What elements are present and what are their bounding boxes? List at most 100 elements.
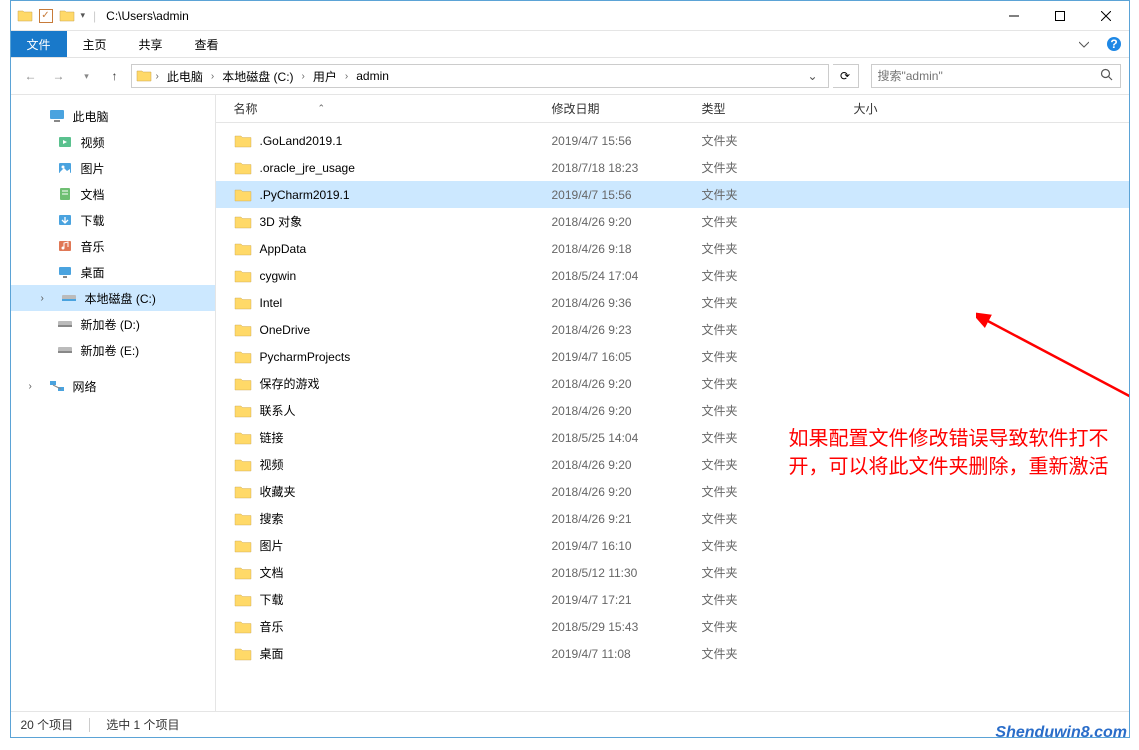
sidebar-item-thispc[interactable]: 此电脑: [11, 103, 215, 129]
qat-dropdown-icon[interactable]: ▾: [81, 10, 86, 21]
chevron-right-icon[interactable]: ›: [209, 71, 216, 82]
file-row[interactable]: 桌面2019/4/7 11:08文件夹: [216, 640, 1129, 667]
maximize-button[interactable]: [1037, 1, 1083, 31]
column-header-size[interactable]: 大小: [854, 100, 954, 117]
search-icon[interactable]: [1100, 68, 1114, 85]
folder-icon: [234, 296, 252, 310]
chevron-right-icon[interactable]: ›: [300, 71, 307, 82]
sidebar-item[interactable]: 音乐: [11, 233, 215, 259]
nav-back-button[interactable]: ←: [19, 64, 43, 88]
sidebar-item[interactable]: 桌面: [11, 259, 215, 285]
file-row[interactable]: 收藏夹2018/4/26 9:20文件夹: [216, 478, 1129, 505]
file-row[interactable]: 搜索2018/4/26 9:21文件夹: [216, 505, 1129, 532]
breadcrumb-admin[interactable]: admin: [352, 67, 393, 85]
ribbon-file-tab[interactable]: 文件: [11, 31, 67, 57]
minimize-button[interactable]: [991, 1, 1037, 31]
file-row[interactable]: AppData2018/4/26 9:18文件夹: [216, 235, 1129, 262]
close-button[interactable]: [1083, 1, 1129, 31]
breadcrumb-drive[interactable]: 本地磁盘 (C:): [218, 66, 297, 87]
search-input[interactable]: [878, 69, 1100, 83]
qat-checkbox-icon[interactable]: ✓: [39, 9, 53, 23]
file-list[interactable]: .GoLand2019.12019/4/7 15:56文件夹.oracle_jr…: [216, 123, 1129, 711]
folder-icon: [234, 215, 252, 229]
file-row[interactable]: 视频2018/4/26 9:20文件夹: [216, 451, 1129, 478]
file-row[interactable]: .PyCharm2019.12019/4/7 15:56文件夹: [216, 181, 1129, 208]
sidebar-item-drive[interactable]: ›本地磁盘 (C:): [11, 285, 215, 311]
address-box[interactable]: › 此电脑 › 本地磁盘 (C:) › 用户 › admin ⌄: [131, 64, 829, 88]
file-name: 下载: [260, 591, 284, 608]
file-type: 文件夹: [702, 213, 854, 230]
ribbon-expand-button[interactable]: [1069, 31, 1099, 57]
file-date: 2019/4/7 17:21: [552, 593, 702, 607]
folder-icon: [234, 134, 252, 148]
status-selection: 选中 1 个项目: [106, 716, 179, 733]
folder-icon: [234, 350, 252, 364]
ribbon-tab-share[interactable]: 共享: [123, 31, 179, 57]
file-name: 文档: [260, 564, 284, 581]
breadcrumb-thispc[interactable]: 此电脑: [163, 66, 207, 87]
file-type: 文件夹: [702, 240, 854, 257]
file-row[interactable]: .oracle_jre_usage2018/7/18 18:23文件夹: [216, 154, 1129, 181]
file-row[interactable]: PycharmProjects2019/4/7 16:05文件夹: [216, 343, 1129, 370]
file-row[interactable]: 下载2019/4/7 17:21文件夹: [216, 586, 1129, 613]
ribbon-tab-home[interactable]: 主页: [67, 31, 123, 57]
address-dropdown-button[interactable]: ⌄: [801, 69, 823, 83]
column-header-type[interactable]: 类型: [702, 100, 854, 117]
file-row[interactable]: 联系人2018/4/26 9:20文件夹: [216, 397, 1129, 424]
file-type: 文件夹: [702, 618, 854, 635]
file-date: 2018/4/26 9:23: [552, 323, 702, 337]
ribbon-tabs: 文件 主页 共享 查看 ?: [11, 31, 1129, 58]
file-row[interactable]: 3D 对象2018/4/26 9:20文件夹: [216, 208, 1129, 235]
chevron-right-icon[interactable]: ›: [154, 71, 161, 82]
body: 此电脑 视频图片文档下载音乐桌面 ›本地磁盘 (C:)新加卷 (D:)新加卷 (…: [11, 95, 1129, 711]
sidebar-item[interactable]: 图片: [11, 155, 215, 181]
breadcrumb-users[interactable]: 用户: [309, 66, 341, 87]
file-row[interactable]: .GoLand2019.12019/4/7 15:56文件夹: [216, 127, 1129, 154]
refresh-button[interactable]: ⟳: [833, 64, 859, 88]
file-name: .PyCharm2019.1: [260, 188, 350, 202]
file-date: 2018/4/26 9:20: [552, 377, 702, 391]
network-icon: [49, 378, 65, 394]
navigation-pane: 此电脑 视频图片文档下载音乐桌面 ›本地磁盘 (C:)新加卷 (D:) 新加卷 (…: [11, 95, 216, 711]
sidebar-item-label: 下载: [81, 212, 105, 229]
file-row[interactable]: OneDrive2018/4/26 9:23文件夹: [216, 316, 1129, 343]
download-icon: [57, 212, 73, 228]
sidebar-item[interactable]: 视频: [11, 129, 215, 155]
sidebar-item-drive[interactable]: 新加卷 (D:): [11, 311, 215, 337]
file-row[interactable]: cygwin2018/5/24 17:04文件夹: [216, 262, 1129, 289]
nav-up-button[interactable]: ↑: [103, 64, 127, 88]
sidebar-item-drive[interactable]: 新加卷 (E:): [11, 337, 215, 363]
file-row[interactable]: 文档2018/5/12 11:30文件夹: [216, 559, 1129, 586]
folder-icon: [234, 647, 252, 661]
column-header-name[interactable]: 名称⌃: [234, 100, 552, 117]
desktop-icon: [57, 264, 73, 280]
file-name: 桌面: [260, 645, 284, 662]
chevron-right-icon[interactable]: ›: [343, 71, 350, 82]
file-row[interactable]: 链接2018/5/25 14:04文件夹: [216, 424, 1129, 451]
file-row[interactable]: 保存的游戏2018/4/26 9:20文件夹: [216, 370, 1129, 397]
file-type: 文件夹: [702, 186, 854, 203]
sidebar-item-network[interactable]: › 网络: [11, 373, 215, 399]
search-box[interactable]: [871, 64, 1121, 88]
file-type: 文件夹: [702, 483, 854, 500]
file-date: 2018/4/26 9:21: [552, 512, 702, 526]
file-type: 文件夹: [702, 645, 854, 662]
sidebar-item-label: 网络: [73, 378, 97, 395]
expand-icon[interactable]: ›: [29, 381, 41, 392]
file-row[interactable]: 音乐2018/5/29 15:43文件夹: [216, 613, 1129, 640]
picture-icon: [57, 160, 73, 176]
file-row[interactable]: 图片2019/4/7 16:10文件夹: [216, 532, 1129, 559]
sidebar-item-label: 视频: [81, 134, 105, 151]
column-header-date[interactable]: 修改日期: [552, 100, 702, 117]
nav-forward-button[interactable]: →: [47, 64, 71, 88]
sidebar-item-label: 音乐: [81, 238, 105, 255]
music-icon: [57, 238, 73, 254]
sidebar-item-label: 新加卷 (E:): [81, 342, 140, 359]
expand-icon[interactable]: ›: [41, 293, 53, 304]
nav-recent-dropdown[interactable]: ▾: [75, 64, 99, 88]
sidebar-item[interactable]: 文档: [11, 181, 215, 207]
file-row[interactable]: Intel2018/4/26 9:36文件夹: [216, 289, 1129, 316]
help-button[interactable]: ?: [1099, 31, 1129, 57]
ribbon-tab-view[interactable]: 查看: [179, 31, 235, 57]
sidebar-item[interactable]: 下载: [11, 207, 215, 233]
